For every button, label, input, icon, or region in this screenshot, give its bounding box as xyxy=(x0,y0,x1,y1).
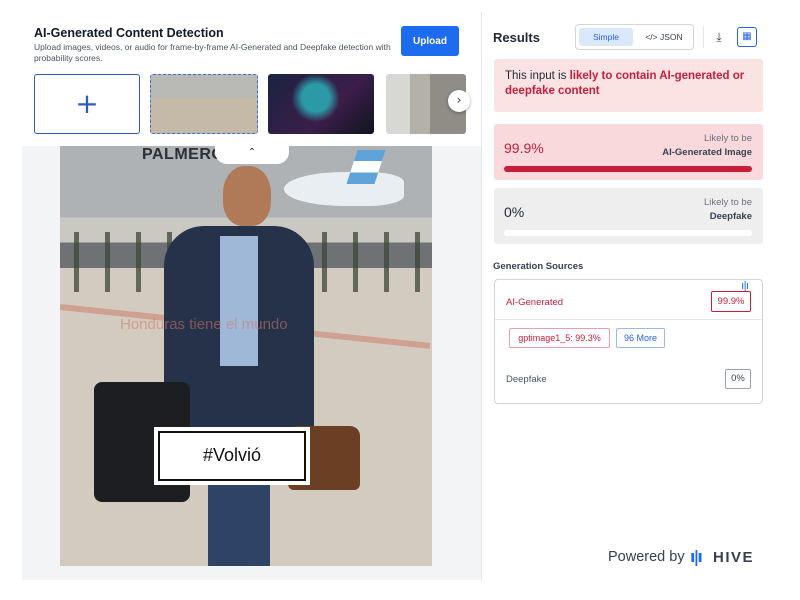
airplane-shape xyxy=(284,172,404,206)
person-head-shape xyxy=(223,166,271,226)
json-view-tab[interactable]: </> JSON xyxy=(638,28,690,46)
image-caption: #Volvió xyxy=(158,431,306,481)
deepfake-source-badge: 0% xyxy=(725,369,751,389)
page-title: AI-Generated Content Detection xyxy=(34,26,224,40)
upload-panel: AI-Generated Content Detection Upload im… xyxy=(22,12,482,580)
thumbnail-strip: + xyxy=(34,74,466,136)
ai-generated-score-card: 99.9% Likely to be AI-Generated Image xyxy=(494,124,763,180)
deepfake-score-caption: Likely to be xyxy=(703,197,752,208)
add-media-button[interactable]: + xyxy=(34,74,140,134)
person-shirt-shape xyxy=(220,236,258,366)
ai-generated-score-label: AI-Generated Image xyxy=(662,147,752,158)
watermark-text: Honduras tiene el mundo xyxy=(120,316,288,333)
deepfake-score-card: 0% Likely to be Deepfake xyxy=(494,188,763,244)
grid-view-icon[interactable]: ▦ xyxy=(737,27,757,47)
deepfake-source-label: Deepfake xyxy=(506,374,547,385)
upload-button[interactable]: Upload xyxy=(401,26,459,56)
deepfake-score-label: Deepfake xyxy=(709,211,752,222)
toolbar-separator xyxy=(703,26,704,48)
chevron-right-icon: › xyxy=(456,93,462,107)
collapse-thumbnails-button[interactable]: ⌃ xyxy=(215,146,289,164)
generation-sources-card: ı|ı AI-Generated 99.9% gptimage1_5: 99.3… xyxy=(494,279,763,404)
verdict-prefix: This input is xyxy=(505,70,570,82)
more-models-button[interactable]: 96 More xyxy=(616,328,665,348)
thumbnail-woman-neon-city[interactable] xyxy=(268,74,374,134)
ai-generated-source-badge: 99.9% xyxy=(711,291,751,312)
page-description: Upload images, videos, or audio for fram… xyxy=(34,42,391,63)
thumbnail-man-with-luggage[interactable] xyxy=(150,74,258,134)
ai-generated-score-caption: Likely to be xyxy=(703,133,752,144)
next-thumbnails-button[interactable]: › xyxy=(448,90,470,112)
preview-image: PALMEROLA Honduras tiene el mundo #Volvi… xyxy=(60,146,432,566)
powered-by-text: Powered by xyxy=(608,549,685,565)
ai-generated-source-label: AI-Generated xyxy=(506,297,564,308)
view-toggle: Simple </> JSON xyxy=(575,24,694,50)
ai-generated-progress-fill xyxy=(504,166,752,172)
pane-divider xyxy=(481,12,482,580)
ai-generated-score-value: 99.9% xyxy=(504,140,544,156)
hive-brand-name: HIVE xyxy=(713,549,755,566)
verdict-banner: This input is likely to contain AI-gener… xyxy=(494,59,763,112)
generation-sources-title: Generation Sources xyxy=(493,261,584,272)
deepfake-score-value: 0% xyxy=(504,204,525,220)
download-icon[interactable]: ⤓ xyxy=(709,27,729,47)
hive-logo-icon: ı|ı xyxy=(690,547,703,566)
plus-icon: + xyxy=(75,87,99,120)
model-chip[interactable]: gptimage1_5: 99.3% xyxy=(509,328,610,348)
results-title: Results xyxy=(493,30,540,45)
sources-divider xyxy=(495,319,762,320)
ai-generated-progress-track xyxy=(504,166,752,172)
deepfake-progress-track xyxy=(504,230,752,236)
chevron-up-icon: ⌃ xyxy=(247,147,257,158)
simple-view-tab[interactable]: Simple xyxy=(579,28,633,46)
